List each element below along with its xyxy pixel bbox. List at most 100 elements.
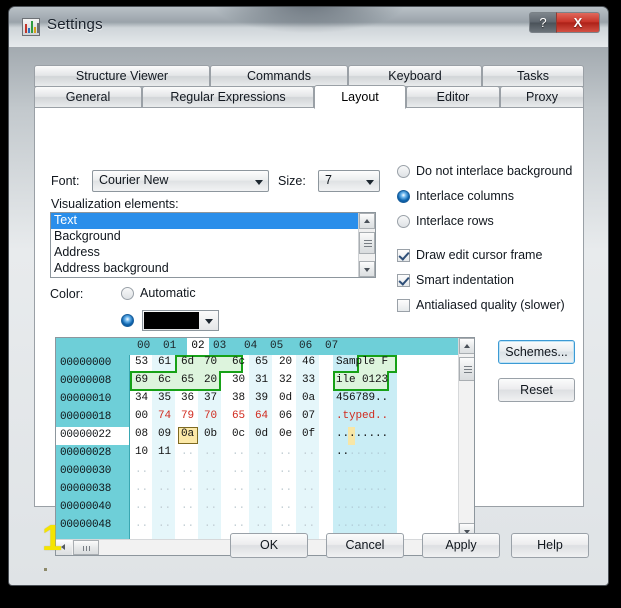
hex-byte[interactable]: 36 bbox=[181, 392, 194, 404]
tab-structure-viewer[interactable]: Structure Viewer bbox=[34, 65, 210, 87]
scroll-down-icon[interactable] bbox=[359, 261, 375, 277]
hex-byte[interactable]: 38 bbox=[232, 392, 245, 404]
address-label: 00000030 bbox=[60, 465, 112, 477]
hex-byte-modified[interactable]: 70 bbox=[204, 410, 217, 422]
hex-byte[interactable]: 46 bbox=[302, 356, 315, 368]
hex-row[interactable]: 10 11 .. .. .. .. .. .. .. ...... bbox=[130, 445, 458, 463]
ascii-text[interactable]: .. bbox=[336, 446, 349, 458]
hex-byte[interactable]: 69 bbox=[135, 374, 148, 386]
tab-editor[interactable]: Editor bbox=[406, 86, 500, 108]
tab-general[interactable]: General bbox=[34, 86, 142, 108]
hex-byte[interactable]: 6c bbox=[232, 356, 245, 368]
hex-byte[interactable]: 33 bbox=[302, 374, 315, 386]
hex-byte[interactable]: 61 bbox=[158, 356, 171, 368]
hex-row[interactable]: .. .. .. .. .. .. .. .. ........ bbox=[130, 463, 458, 481]
scrollbar-thumb[interactable] bbox=[459, 357, 474, 381]
hex-byte[interactable]: 0b bbox=[204, 428, 217, 440]
hex-byte[interactable]: 11 bbox=[158, 446, 171, 458]
tab-layout[interactable]: Layout bbox=[314, 85, 406, 109]
hex-row-current[interactable]: 08 09 0a 0b 0c 0d 0e 0f ........ bbox=[130, 427, 458, 445]
hex-byte[interactable]: 0d bbox=[279, 392, 292, 404]
hex-byte[interactable]: 65 bbox=[181, 374, 194, 386]
hex-row[interactable]: 34 35 36 37 38 39 0d 0a 456789.. bbox=[130, 391, 458, 409]
hex-byte[interactable]: 32 bbox=[279, 374, 292, 386]
ascii-text-modified[interactable]: .typed.. bbox=[336, 410, 388, 422]
hex-byte[interactable]: 0e bbox=[279, 428, 292, 440]
hex-row[interactable]: .. .. .. .. .. .. .. .. ........ bbox=[130, 481, 458, 499]
chevron-down-icon[interactable] bbox=[360, 171, 379, 191]
radio-label: Interlace rows bbox=[416, 214, 494, 228]
tab-commands[interactable]: Commands bbox=[210, 65, 348, 87]
hex-byte[interactable]: 30 bbox=[232, 374, 245, 386]
help-button-footer[interactable]: Help bbox=[511, 533, 589, 558]
hex-byte[interactable]: 65 bbox=[255, 356, 268, 368]
hex-byte-modified[interactable]: 64 bbox=[255, 410, 268, 422]
hex-byte[interactable]: 0c bbox=[232, 428, 245, 440]
close-button[interactable]: X bbox=[556, 12, 600, 33]
color-swatch-combobox[interactable] bbox=[142, 310, 219, 331]
hex-byte-modified[interactable]: 74 bbox=[158, 410, 171, 422]
tab-tasks[interactable]: Tasks bbox=[482, 65, 584, 87]
col-header: 01 bbox=[163, 340, 177, 352]
ascii-text[interactable]: Sample F bbox=[336, 356, 388, 368]
hex-byte[interactable]: 20 bbox=[204, 374, 217, 386]
hex-row[interactable]: 00 74 79 70 65 64 06 07 .typed.. bbox=[130, 409, 458, 427]
hex-byte[interactable]: 0a bbox=[302, 392, 315, 404]
hex-byte[interactable]: 39 bbox=[255, 392, 268, 404]
help-button[interactable]: ? bbox=[529, 12, 557, 33]
hex-byte[interactable]: 00 bbox=[135, 410, 148, 422]
schemes-button[interactable]: Schemes... bbox=[498, 340, 575, 364]
hex-byte[interactable]: 37 bbox=[204, 392, 217, 404]
scroll-up-icon[interactable] bbox=[359, 213, 375, 229]
list-item[interactable]: Address background bbox=[51, 261, 358, 277]
hex-byte[interactable]: 53 bbox=[135, 356, 148, 368]
hex-byte[interactable]: 6d bbox=[181, 356, 194, 368]
hex-byte[interactable]: 0d bbox=[255, 428, 268, 440]
hex-row[interactable]: 69 6c 65 20 30 31 32 33 ile 0123 bbox=[130, 373, 458, 391]
visualization-elements-listbox[interactable]: Text Background Address Address backgrou… bbox=[50, 212, 376, 278]
hex-byte[interactable]: 0f bbox=[302, 428, 315, 440]
hex-byte[interactable]: 20 bbox=[279, 356, 292, 368]
ascii-text-empty: ........ bbox=[336, 482, 389, 494]
address-label: 00000008 bbox=[60, 375, 112, 387]
ascii-text[interactable]: 456789.. bbox=[336, 392, 388, 404]
hex-byte-modified[interactable]: 65 bbox=[232, 410, 245, 422]
hex-byte[interactable]: 09 bbox=[158, 428, 171, 440]
radio-label: Automatic bbox=[140, 286, 196, 300]
tab-proxy[interactable]: Proxy bbox=[500, 86, 584, 108]
hex-byte[interactable]: 08 bbox=[135, 428, 148, 440]
font-combobox[interactable]: Courier New bbox=[92, 170, 269, 192]
size-combobox[interactable]: 7 bbox=[318, 170, 380, 192]
hex-byte[interactable]: 07 bbox=[302, 410, 315, 422]
reset-button[interactable]: Reset bbox=[498, 378, 575, 402]
list-item[interactable]: Address bbox=[51, 245, 358, 261]
ascii-text[interactable]: ile 0123 bbox=[336, 374, 388, 386]
hex-byte-modified[interactable]: 79 bbox=[181, 410, 194, 422]
cancel-button[interactable]: Cancel bbox=[326, 533, 404, 558]
hex-byte[interactable]: 34 bbox=[135, 392, 148, 404]
hex-byte[interactable]: 70 bbox=[204, 356, 217, 368]
hex-byte[interactable]: 35 bbox=[158, 392, 171, 404]
list-item[interactable]: Text bbox=[51, 213, 358, 229]
visualization-elements-label: Visualization elements: bbox=[51, 197, 179, 211]
hex-byte[interactable]: 06 bbox=[279, 410, 292, 422]
hex-byte-empty: .. bbox=[302, 446, 316, 458]
list-item[interactable]: Background bbox=[51, 229, 358, 245]
hex-byte-cursor[interactable]: 0a bbox=[181, 428, 194, 440]
apply-button[interactable]: Apply bbox=[422, 533, 500, 558]
hex-byte[interactable]: 6c bbox=[158, 374, 171, 386]
dialog-footer: OK Cancel Apply Help bbox=[9, 505, 608, 585]
checkbox-label: Antialiased quality (slower) bbox=[416, 298, 565, 312]
tab-keyboard[interactable]: Keyboard bbox=[348, 65, 482, 87]
hex-byte[interactable]: 10 bbox=[135, 446, 148, 458]
ok-button[interactable]: OK bbox=[230, 533, 308, 558]
listbox-scrollbar[interactable] bbox=[358, 213, 375, 277]
chevron-down-icon[interactable] bbox=[249, 171, 268, 191]
scrollbar-thumb[interactable] bbox=[359, 232, 375, 254]
scroll-up-icon[interactable] bbox=[459, 338, 474, 354]
hex-row[interactable]: 53 61 6d 70 6c 65 20 46 Sample F bbox=[130, 355, 458, 373]
hex-byte[interactable]: 31 bbox=[255, 374, 268, 386]
ascii-text[interactable]: ........ bbox=[336, 428, 388, 440]
chevron-down-icon[interactable] bbox=[200, 311, 218, 330]
tab-regular-expressions[interactable]: Regular Expressions bbox=[142, 86, 314, 108]
